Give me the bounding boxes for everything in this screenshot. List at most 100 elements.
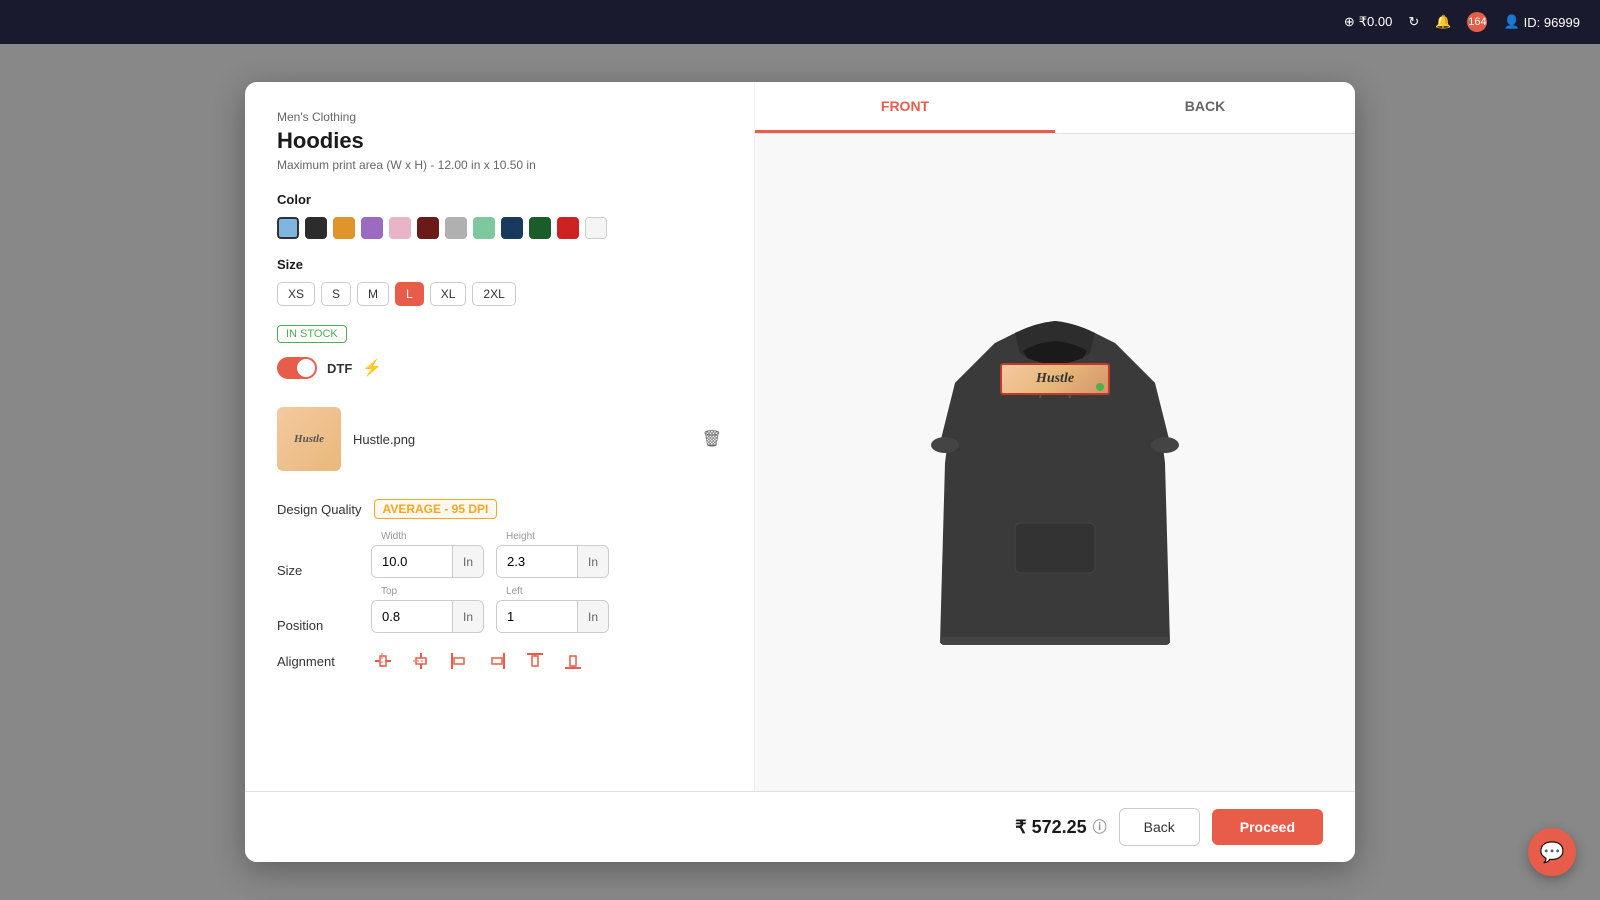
width-input[interactable] xyxy=(372,546,452,577)
align-vertical-center-button[interactable] xyxy=(409,649,433,673)
main-modal: Men's Clothing Hoodies Maximum print are… xyxy=(245,82,1355,862)
size-2xl[interactable]: 2XL xyxy=(472,282,515,306)
design-file-name: Hustle.png xyxy=(353,432,690,447)
design-overlay[interactable]: Hustle xyxy=(1000,363,1110,395)
price-display: ₹ 572.25 ⓘ xyxy=(1015,817,1107,838)
chat-icon: 💬 xyxy=(1540,840,1565,865)
color-swatch-10[interactable] xyxy=(529,217,551,239)
size-xl[interactable]: XL xyxy=(430,282,467,306)
width-label: Width xyxy=(379,531,409,542)
top-input-group: In xyxy=(371,600,484,633)
align-top-button[interactable] xyxy=(523,649,547,673)
alignment-buttons xyxy=(371,649,585,673)
user-item[interactable]: 👤 ID: 96999 xyxy=(1503,14,1580,30)
modal-body: Men's Clothing Hoodies Maximum print are… xyxy=(245,82,1355,791)
product-preview: Hustle xyxy=(895,134,1215,791)
size-fields-row: Size Width In Height In xyxy=(277,539,722,578)
back-button[interactable]: Back xyxy=(1119,808,1200,846)
top-wrapper: Top In xyxy=(371,594,484,633)
color-swatch-4[interactable] xyxy=(361,217,383,239)
breadcrumb: Men's Clothing xyxy=(277,110,722,124)
top-label: Top xyxy=(379,586,399,597)
width-input-group: In xyxy=(371,545,484,578)
color-swatch-7[interactable] xyxy=(445,217,467,239)
size-section: Size XS S M L XL 2XL xyxy=(277,257,722,306)
position-fields-row: Position Top In Left In xyxy=(277,594,722,633)
stock-badge: IN STOCK xyxy=(277,325,347,343)
width-unit: In xyxy=(452,546,483,577)
top-unit: In xyxy=(452,601,483,632)
height-input[interactable] xyxy=(497,546,577,577)
plus-icon: ⊕ xyxy=(1344,14,1355,30)
balance-item[interactable]: ⊕ ₹0.00 xyxy=(1344,14,1392,30)
width-wrapper: Width In xyxy=(371,539,484,578)
color-swatch-9[interactable] xyxy=(501,217,523,239)
size-m[interactable]: M xyxy=(357,282,389,306)
color-swatch-3[interactable] xyxy=(333,217,355,239)
quality-row: Design Quality AVERAGE - 95 DPI xyxy=(277,499,722,519)
top-input[interactable] xyxy=(372,601,452,632)
height-unit: In xyxy=(577,546,608,577)
hoodie-container: Hustle xyxy=(915,263,1195,663)
color-swatch-5[interactable] xyxy=(389,217,411,239)
color-swatch-12[interactable] xyxy=(585,217,607,239)
left-unit: In xyxy=(577,601,608,632)
quality-badge: AVERAGE - 95 DPI xyxy=(374,499,498,519)
page-title: Hoodies xyxy=(277,128,722,154)
dtf-row: DTF ⚡ xyxy=(277,357,722,379)
tab-back[interactable]: BACK xyxy=(1055,82,1355,133)
bell-icon: 🔔 xyxy=(1435,14,1451,30)
align-left-button[interactable] xyxy=(447,649,471,673)
height-input-group: In xyxy=(496,545,609,578)
price-info-icon[interactable]: ⓘ xyxy=(1093,817,1107,837)
notification-item[interactable]: 🔔 xyxy=(1435,14,1451,30)
modal-footer: ₹ 572.25 ⓘ Back Proceed xyxy=(245,791,1355,862)
notification-badge: 164 xyxy=(1467,12,1487,32)
left-input[interactable] xyxy=(497,601,577,632)
dtf-toggle[interactable] xyxy=(277,357,317,379)
lightning-icon: ⚡ xyxy=(362,358,382,378)
delete-design-icon[interactable]: 🗑 xyxy=(702,429,722,449)
left-input-group: In xyxy=(496,600,609,633)
refresh-item[interactable]: ↻ xyxy=(1408,14,1419,30)
color-swatch-1[interactable] xyxy=(277,217,299,239)
color-swatch-8[interactable] xyxy=(473,217,495,239)
size-buttons: XS S M L XL 2XL xyxy=(277,282,722,306)
align-horizontal-center-button[interactable] xyxy=(371,649,395,673)
color-swatch-6[interactable] xyxy=(417,217,439,239)
align-bottom-button[interactable] xyxy=(561,649,585,673)
proceed-button[interactable]: Proceed xyxy=(1212,809,1323,845)
size-label: Size xyxy=(277,257,722,272)
hoodie-image xyxy=(915,263,1195,663)
user-icon: 👤 xyxy=(1503,14,1519,30)
left-label: Left xyxy=(504,586,525,597)
size-l[interactable]: L xyxy=(395,282,424,306)
design-thumbnail: Hustle xyxy=(277,407,341,471)
size-s[interactable]: S xyxy=(321,282,351,306)
print-area-info: Maximum print area (W x H) - 12.00 in x … xyxy=(277,158,722,172)
chat-button[interactable]: 💬 xyxy=(1528,828,1576,876)
color-swatch-11[interactable] xyxy=(557,217,579,239)
size-field-group: Width In Height In xyxy=(371,539,609,578)
align-right-button[interactable] xyxy=(485,649,509,673)
position-field-label: Position xyxy=(277,594,347,633)
size-xs[interactable]: XS xyxy=(277,282,315,306)
tab-front[interactable]: FRONT xyxy=(755,82,1055,133)
height-label: Height xyxy=(504,531,537,542)
left-panel: Men's Clothing Hoodies Maximum print are… xyxy=(245,82,755,791)
color-swatches xyxy=(277,217,722,239)
size-field-label: Size xyxy=(277,539,347,578)
position-field-group: Top In Left In xyxy=(371,594,609,633)
design-anchor-dot xyxy=(1096,383,1104,391)
alignment-row: Alignment xyxy=(277,649,722,673)
top-bar: ⊕ ₹0.00 ↻ 🔔 164 👤 ID: 96999 xyxy=(0,0,1600,44)
right-panel: FRONT BACK xyxy=(755,82,1355,791)
preview-tabs: FRONT BACK xyxy=(755,82,1355,134)
refresh-icon: ↻ xyxy=(1408,14,1419,30)
user-id: ID: 96999 xyxy=(1524,15,1580,30)
color-label: Color xyxy=(277,192,722,207)
color-section: Color xyxy=(277,192,722,239)
color-swatch-2[interactable] xyxy=(305,217,327,239)
dtf-label: DTF xyxy=(327,361,352,376)
design-file-row: Hustle Hustle.png 🗑 xyxy=(277,399,722,479)
